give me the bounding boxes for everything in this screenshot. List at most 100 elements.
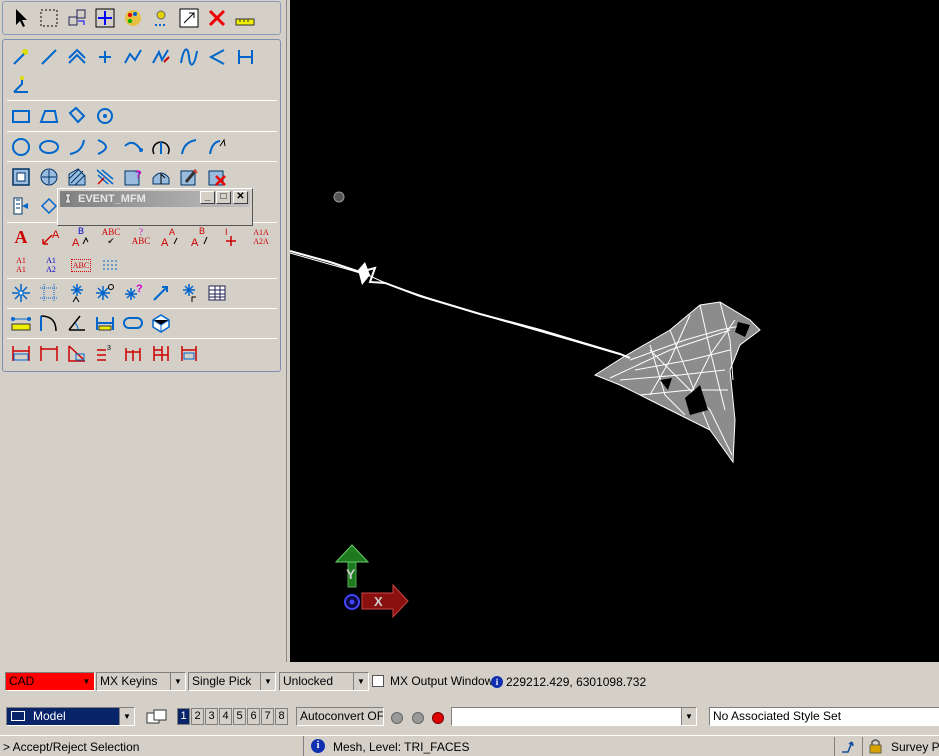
dimension-linear-icon[interactable] xyxy=(9,341,33,365)
dimension-stack-icon[interactable] xyxy=(149,341,173,365)
dimension-ordinate-icon[interactable] xyxy=(149,311,173,335)
fence-icon[interactable] xyxy=(37,6,61,30)
keyins-select[interactable]: MX Keyins ▼ xyxy=(96,672,186,691)
circle-icon[interactable] xyxy=(9,135,33,159)
cell-select-icon[interactable] xyxy=(65,281,89,305)
point-icon[interactable] xyxy=(93,45,117,69)
stream-curve-icon[interactable] xyxy=(9,73,33,97)
rectangle-icon[interactable] xyxy=(9,104,33,128)
pattern-match-icon[interactable] xyxy=(149,165,173,189)
cell-leader-icon[interactable] xyxy=(149,281,173,305)
bspline-icon[interactable] xyxy=(177,45,201,69)
dimension-location-icon[interactable] xyxy=(37,341,61,365)
view-button-7[interactable]: 7 xyxy=(261,708,274,725)
lock-select[interactable]: Unlocked ▼ xyxy=(279,672,369,691)
circle-point-icon[interactable] xyxy=(93,104,117,128)
quarter-ellipse-icon[interactable] xyxy=(177,135,201,159)
text-number-next-icon[interactable]: A1 A2 xyxy=(39,253,63,277)
element-selection-icon[interactable] xyxy=(9,6,33,30)
lock-icon[interactable] xyxy=(862,737,886,756)
ellipse-icon[interactable] xyxy=(37,135,61,159)
pattern-icon[interactable] xyxy=(37,165,61,189)
dimension-angle-icon[interactable] xyxy=(65,311,89,335)
text-query-icon[interactable]: ? ABC xyxy=(129,225,153,249)
hatch-icon[interactable] xyxy=(65,165,89,189)
replace-cell-icon[interactable] xyxy=(177,281,201,305)
curve-line-icon[interactable] xyxy=(149,45,173,69)
maximize-button[interactable]: □ xyxy=(216,191,231,204)
status-light-red-icon[interactable] xyxy=(432,712,444,724)
delete-icon[interactable] xyxy=(205,6,229,30)
spell-check-icon[interactable]: ABC ✔ xyxy=(99,225,123,249)
command-input-arrow-icon[interactable]: ▼ xyxy=(681,708,696,725)
dimension-line-icon[interactable] xyxy=(233,45,257,69)
table-icon[interactable] xyxy=(205,281,229,305)
dimension-element-icon[interactable] xyxy=(9,311,33,335)
line-icon[interactable] xyxy=(37,45,61,69)
scale-icon[interactable] xyxy=(177,6,201,30)
view-window[interactable]: Y X xyxy=(290,0,939,662)
region-icon[interactable] xyxy=(9,165,33,189)
dimension-ordinates-icon[interactable]: 3 xyxy=(93,341,117,365)
arc-center-icon[interactable] xyxy=(149,135,173,159)
autoconvert-button[interactable]: Autoconvert OFF xyxy=(296,707,384,726)
multiline-icon[interactable] xyxy=(65,45,89,69)
snap-icon[interactable] xyxy=(149,6,173,30)
linear-pattern-icon[interactable] xyxy=(9,194,33,218)
text-up-icon[interactable]: AA xyxy=(159,225,183,249)
lock-select-arrow-icon[interactable]: ▼ xyxy=(353,673,368,690)
place-cell-icon[interactable] xyxy=(9,281,33,305)
snap-mode-icon[interactable] xyxy=(834,737,860,756)
text-leader-icon[interactable]: A xyxy=(39,225,63,249)
cell-matrix-icon[interactable] xyxy=(37,281,61,305)
dimension-chain-icon[interactable] xyxy=(121,341,145,365)
pattern-query-icon[interactable]: ? xyxy=(121,165,145,189)
pick-select[interactable]: Single Pick ▼ xyxy=(188,672,276,691)
cell-query-icon[interactable]: ? xyxy=(121,281,145,305)
arc-icon[interactable] xyxy=(65,135,89,159)
view-button-8[interactable]: 8 xyxy=(275,708,288,725)
dimension-radial-icon[interactable] xyxy=(121,311,145,335)
view-button-5[interactable]: 5 xyxy=(233,708,246,725)
close-button[interactable]: ✕ xyxy=(233,191,248,204)
smart-line-icon[interactable] xyxy=(9,45,33,69)
minimize-button[interactable]: _ xyxy=(200,191,215,204)
view-button-3[interactable]: 3 xyxy=(205,708,218,725)
event-mfm-window[interactable]: EVENT_MFM _ □ ✕ xyxy=(57,188,253,226)
cell-point-icon[interactable] xyxy=(93,281,117,305)
text-box-icon[interactable]: ABC xyxy=(69,253,93,277)
text-number-icon[interactable]: A1 A1 xyxy=(9,253,33,277)
text-increment-icon[interactable]: A1A A2A xyxy=(249,225,273,249)
move-icon[interactable] xyxy=(93,6,117,30)
point-curve-icon[interactable] xyxy=(205,45,229,69)
view-groups-icon[interactable] xyxy=(146,709,168,726)
model-select-arrow-icon[interactable]: ▼ xyxy=(119,708,134,725)
delete-pattern-icon[interactable] xyxy=(205,165,229,189)
status-light-gray-1-icon[interactable] xyxy=(391,712,403,724)
dimension-arc-icon[interactable] xyxy=(37,311,61,335)
measure-icon[interactable] xyxy=(233,6,257,30)
shape-icon[interactable] xyxy=(65,104,89,128)
half-ellipse-icon[interactable] xyxy=(121,135,145,159)
dimension-angle-size-icon[interactable] xyxy=(65,341,89,365)
view-button-6[interactable]: 6 xyxy=(247,708,260,725)
place-text-icon[interactable]: A xyxy=(9,225,33,249)
polygon-icon[interactable] xyxy=(37,104,61,128)
text-lines-icon[interactable] xyxy=(99,253,123,277)
modify-arc-radius-icon[interactable] xyxy=(205,135,229,159)
text-fit-icon[interactable]: BA xyxy=(189,225,213,249)
group-icon[interactable] xyxy=(65,6,89,30)
dimension-box-icon[interactable] xyxy=(177,341,201,365)
keyins-select-arrow-icon[interactable]: ▼ xyxy=(170,673,185,690)
mx-output-checkbox[interactable] xyxy=(372,675,384,687)
view-button-2[interactable]: 2 xyxy=(191,708,204,725)
dimension-size-icon[interactable] xyxy=(93,311,117,335)
style-set-field[interactable]: No Associated Style Set xyxy=(709,707,939,726)
mode-select[interactable]: CAD ▼ xyxy=(5,672,95,691)
stream-line-icon[interactable] xyxy=(121,45,145,69)
text-edit-icon[interactable]: BA xyxy=(69,225,93,249)
status-light-gray-2-icon[interactable] xyxy=(412,712,424,724)
mode-select-arrow-icon[interactable]: ▼ xyxy=(79,673,94,690)
command-input[interactable]: ▼ xyxy=(451,707,697,726)
pattern-edit-icon[interactable] xyxy=(177,165,201,189)
